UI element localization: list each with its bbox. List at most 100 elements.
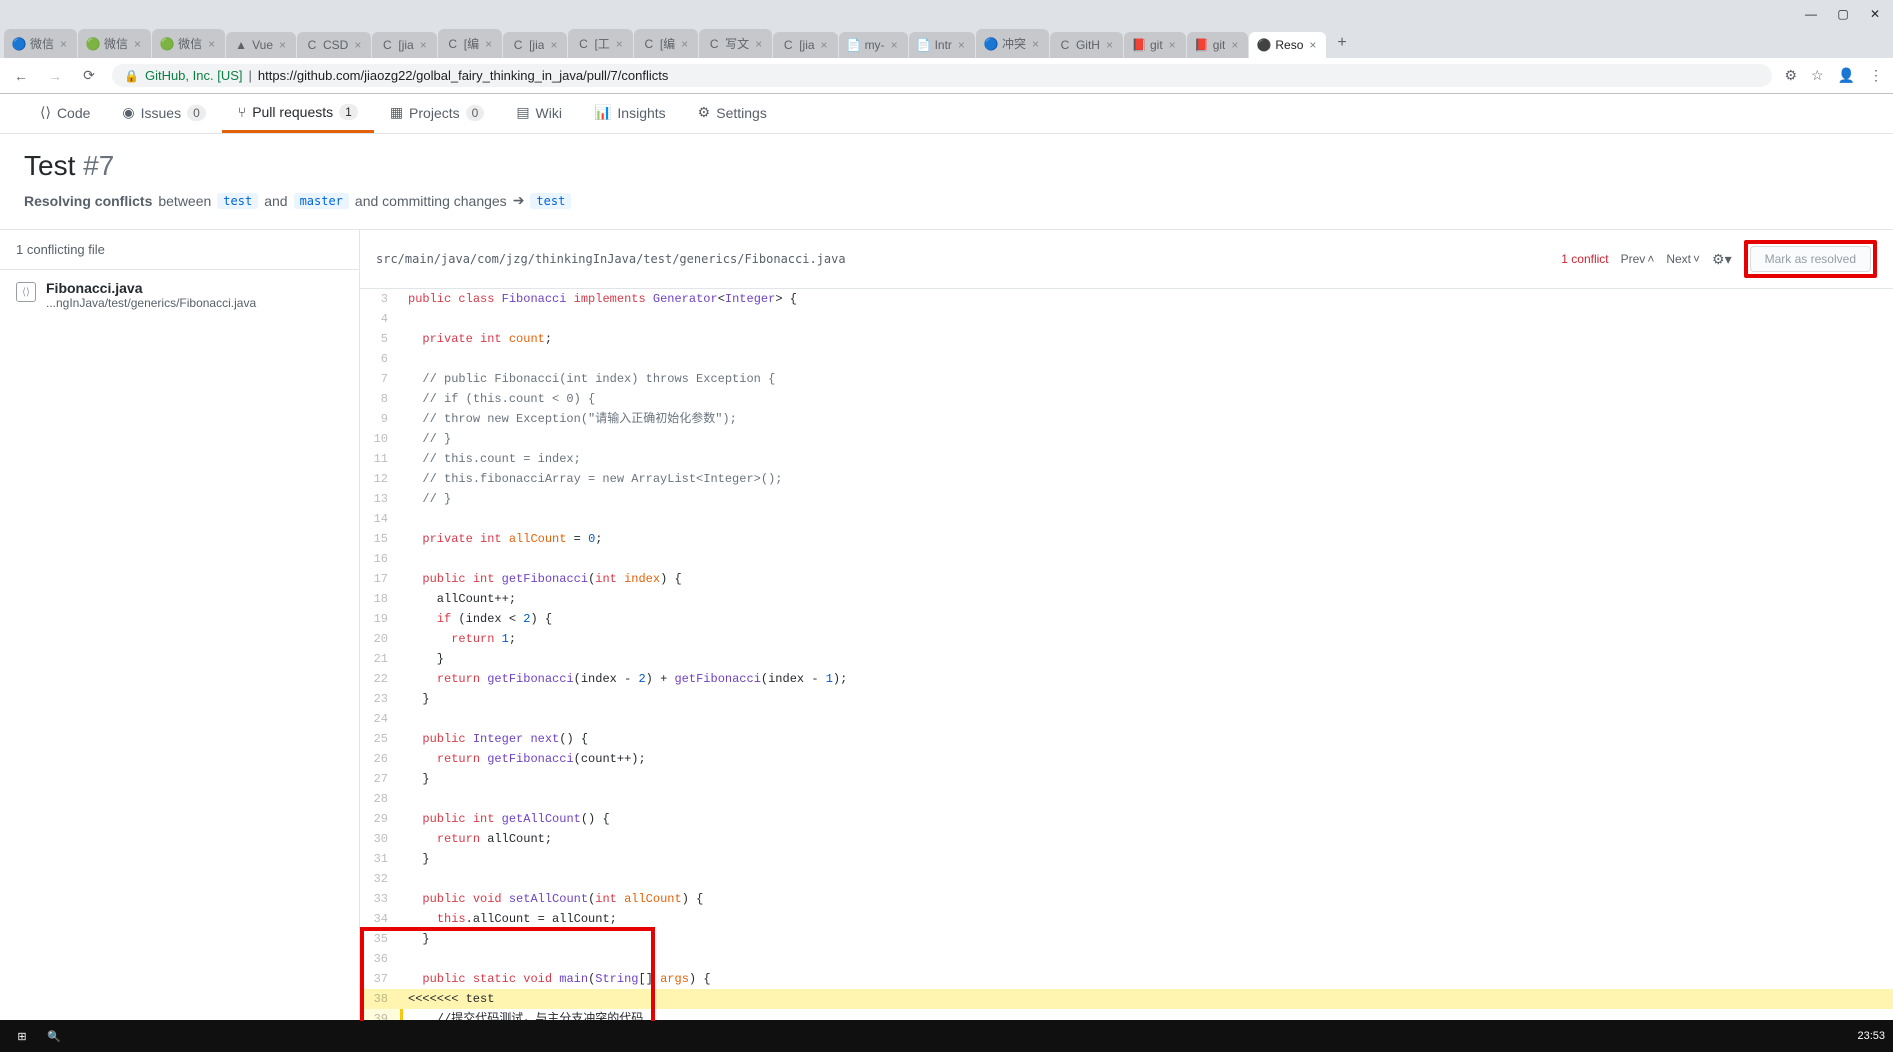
code-line[interactable]: 34 this.allCount = allCount; — [360, 909, 1893, 929]
tab-close-icon[interactable]: × — [1030, 37, 1041, 51]
browser-tab[interactable]: 🟢微信× — [152, 29, 225, 58]
browser-tab[interactable]: 🔵冲突× — [976, 29, 1049, 58]
code-line[interactable]: 28 — [360, 789, 1893, 809]
code-line[interactable]: 7 // public Fibonacci(int index) throws … — [360, 369, 1893, 389]
code-line[interactable]: 13 // } — [360, 489, 1893, 509]
code-line[interactable]: 5 private int count; — [360, 329, 1893, 349]
tab-close-icon[interactable]: × — [548, 38, 559, 52]
browser-tab[interactable]: C[jia× — [503, 32, 567, 58]
code-line[interactable]: 4 — [360, 309, 1893, 329]
tab-close-icon[interactable]: × — [819, 38, 830, 52]
browser-tab[interactable]: 🔵微信× — [4, 29, 77, 58]
tab-wiki[interactable]: ▤ Wiki — [500, 94, 578, 133]
browser-tab[interactable]: ▲Vue× — [226, 32, 296, 58]
tab-close-icon[interactable]: × — [483, 37, 494, 51]
taskbar-clock[interactable]: 23:53 — [1857, 1030, 1885, 1042]
tab-close-icon[interactable]: × — [206, 37, 217, 51]
back-button[interactable]: ← — [10, 65, 32, 87]
code-line[interactable]: 25 public Integer next() { — [360, 729, 1893, 749]
prev-conflict-button[interactable]: Prev ˄ — [1621, 252, 1655, 266]
address-bar[interactable]: 🔒 GitHub, Inc. [US] | https://github.com… — [112, 64, 1772, 87]
code-line[interactable]: 11 // this.count = index; — [360, 449, 1893, 469]
code-line[interactable]: 18 allCount++; — [360, 589, 1893, 609]
tab-close-icon[interactable]: × — [1167, 38, 1178, 52]
code-line[interactable]: 24 — [360, 709, 1893, 729]
translate-icon[interactable]: ⚙ — [1784, 67, 1797, 84]
browser-tab[interactable]: ⚫Reso× — [1249, 32, 1326, 58]
code-line[interactable]: 20 return 1; — [360, 629, 1893, 649]
browser-tab[interactable]: C[工× — [568, 29, 632, 58]
window-maximize[interactable]: ▢ — [1831, 4, 1855, 24]
tab-close-icon[interactable]: × — [132, 37, 143, 51]
tab-insights[interactable]: 📊 Insights — [578, 94, 682, 133]
tab-close-icon[interactable]: × — [352, 38, 363, 52]
conflict-file-item[interactable]: ⟨⟩ Fibonacci.java ...ngInJava/test/gener… — [0, 270, 359, 320]
code-editor[interactable]: 3public class Fibonacci implements Gener… — [360, 289, 1893, 1021]
code-line[interactable]: 6 — [360, 349, 1893, 369]
tab-issues[interactable]: ◉ Issues 0 — [106, 94, 221, 133]
browser-tab[interactable]: C[编× — [438, 29, 502, 58]
browser-tab[interactable]: 📄Intr× — [909, 32, 975, 58]
window-close[interactable]: ✕ — [1863, 4, 1887, 24]
code-line[interactable]: 29 public int getAllCount() { — [360, 809, 1893, 829]
tab-close-icon[interactable]: × — [614, 37, 625, 51]
user-avatar-icon[interactable]: 👤 — [1838, 67, 1855, 84]
next-conflict-button[interactable]: Next ˅ — [1666, 252, 1700, 266]
code-line[interactable]: 35 } — [360, 929, 1893, 949]
code-line[interactable]: 32 — [360, 869, 1893, 889]
start-button[interactable]: ⊞ — [8, 1022, 36, 1050]
browser-tab[interactable]: C[jia× — [372, 32, 436, 58]
code-line[interactable]: 3public class Fibonacci implements Gener… — [360, 289, 1893, 309]
code-line[interactable]: 14 — [360, 509, 1893, 529]
browser-tab[interactable]: 📕git× — [1187, 32, 1249, 58]
code-line[interactable]: 17 public int getFibonacci(int index) { — [360, 569, 1893, 589]
tab-settings[interactable]: ⚙ Settings — [682, 94, 783, 133]
tab-close-icon[interactable]: × — [58, 37, 69, 51]
code-line[interactable]: 8 // if (this.count < 0) { — [360, 389, 1893, 409]
window-minimize[interactable]: — — [1799, 4, 1823, 24]
code-line[interactable]: 10 // } — [360, 429, 1893, 449]
tab-close-icon[interactable]: × — [679, 37, 690, 51]
browser-tab[interactable]: C[jia× — [773, 32, 837, 58]
editor-settings-button[interactable]: ⚙▾ — [1712, 251, 1732, 268]
tab-close-icon[interactable]: × — [889, 38, 900, 52]
browser-tab[interactable]: CCSD× — [297, 32, 371, 58]
code-line[interactable]: 19 if (index < 2) { — [360, 609, 1893, 629]
browser-tab[interactable]: C写文× — [699, 29, 772, 58]
tab-close-icon[interactable]: × — [277, 38, 288, 52]
reload-button[interactable]: ⟳ — [78, 65, 100, 87]
code-line[interactable]: 27 } — [360, 769, 1893, 789]
tab-code[interactable]: ⟨⟩ Code — [24, 94, 106, 133]
code-line[interactable]: 15 private int allCount = 0; — [360, 529, 1893, 549]
browser-tab[interactable]: 📄my-× — [839, 32, 908, 58]
tab-close-icon[interactable]: × — [418, 38, 429, 52]
browser-tab[interactable]: CGitH× — [1050, 32, 1123, 58]
code-line[interactable]: 37 public static void main(String[] args… — [360, 969, 1893, 989]
browser-tab[interactable]: 📕git× — [1124, 32, 1186, 58]
code-line[interactable]: 9 // throw new Exception("请输入正确初始化参数"); — [360, 409, 1893, 429]
browser-tab[interactable]: 🟢微信× — [78, 29, 151, 58]
code-line[interactable]: 30 return allCount; — [360, 829, 1893, 849]
tab-close-icon[interactable]: × — [1104, 38, 1115, 52]
browser-tab[interactable]: C[编× — [634, 29, 698, 58]
forward-button[interactable]: → — [44, 65, 66, 87]
code-line[interactable]: 12 // this.fibonacciArray = new ArrayLis… — [360, 469, 1893, 489]
bookmark-icon[interactable]: ☆ — [1811, 67, 1824, 84]
code-line[interactable]: 38<<<<<<< test — [360, 989, 1893, 1009]
code-line[interactable]: 33 public void setAllCount(int allCount)… — [360, 889, 1893, 909]
tab-projects[interactable]: ▦ Projects 0 — [374, 94, 501, 133]
code-line[interactable]: 21 } — [360, 649, 1893, 669]
tab-close-icon[interactable]: × — [753, 37, 764, 51]
code-line[interactable]: 36 — [360, 949, 1893, 969]
code-line[interactable]: 16 — [360, 549, 1893, 569]
tab-close-icon[interactable]: × — [956, 38, 967, 52]
search-button[interactable]: 🔍 — [40, 1022, 68, 1050]
tab-close-icon[interactable]: × — [1229, 38, 1240, 52]
mark-resolved-button[interactable]: Mark as resolved — [1750, 246, 1871, 272]
code-line[interactable]: 31 } — [360, 849, 1893, 869]
tab-close-icon[interactable]: × — [1307, 38, 1318, 52]
new-tab-button[interactable]: + — [1327, 28, 1356, 58]
code-line[interactable]: 22 return getFibonacci(index - 2) + getF… — [360, 669, 1893, 689]
code-line[interactable]: 26 return getFibonacci(count++); — [360, 749, 1893, 769]
tab-pull-requests[interactable]: ⑂ Pull requests 1 — [222, 94, 374, 133]
